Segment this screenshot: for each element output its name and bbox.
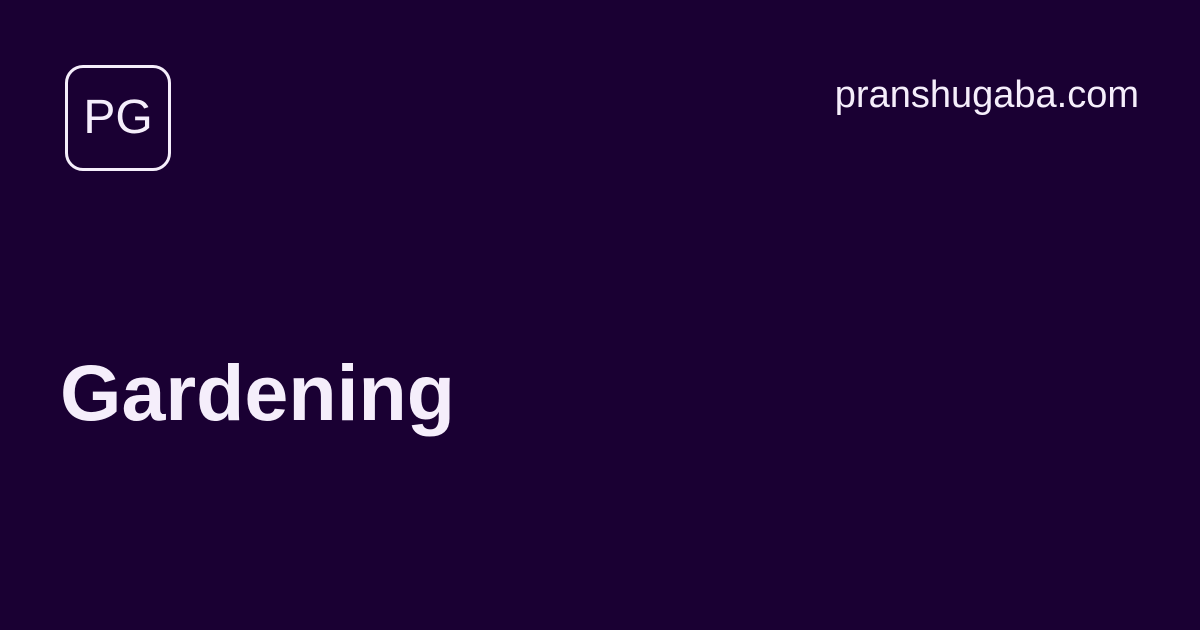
og-card: PG pranshugaba.com Gardening (0, 0, 1200, 630)
pg-logo: PG (65, 65, 171, 171)
logo-text: PG (83, 91, 153, 144)
site-url: pranshugaba.com (834, 74, 1139, 116)
page-title: Gardening (60, 348, 456, 437)
